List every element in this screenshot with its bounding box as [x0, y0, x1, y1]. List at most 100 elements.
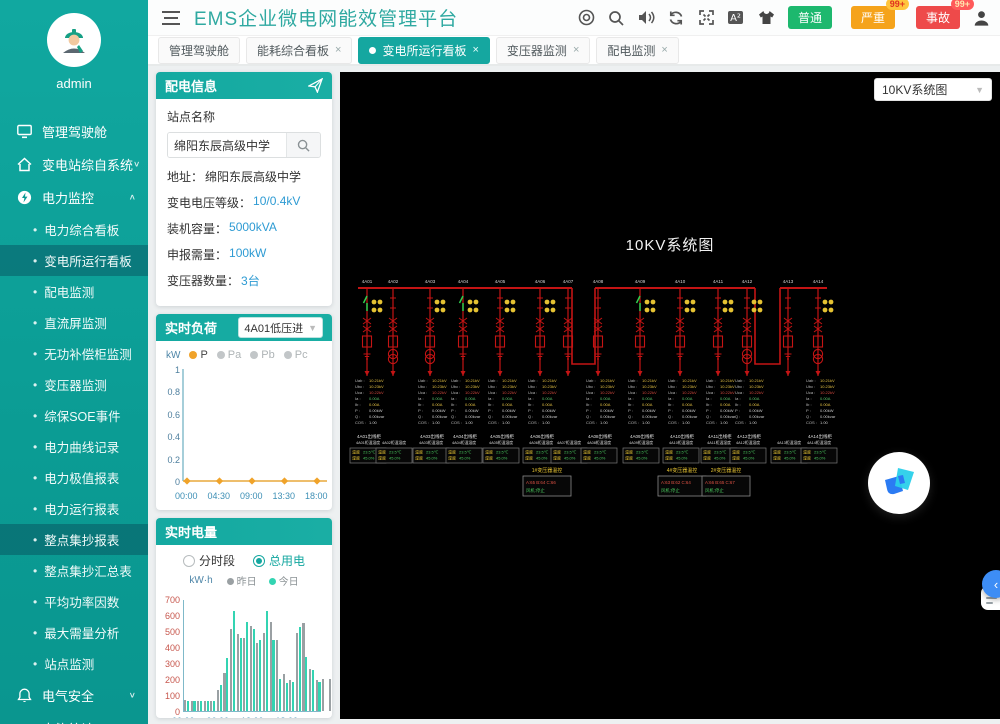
bar[interactable]: [213, 701, 215, 711]
bar[interactable]: [226, 658, 228, 711]
bar[interactable]: [318, 682, 320, 711]
tab-配电监测[interactable]: 配电监测×: [596, 37, 678, 64]
legend-今日[interactable]: 今日: [269, 573, 299, 588]
bar[interactable]: [250, 626, 252, 711]
sidebar-item-变电站综自系统[interactable]: 变电站综自系统∨: [0, 148, 148, 181]
sidebar-item-电力运行报表[interactable]: •电力运行报表: [0, 493, 148, 524]
font-size-icon[interactable]: A²: [728, 9, 745, 26]
single-line-diagram[interactable]: 4A014A024A034A044A054A064A074A084A094A10…: [340, 72, 1000, 719]
bar[interactable]: [272, 640, 274, 711]
sidebar-item-电力曲线记录[interactable]: •电力曲线记录: [0, 431, 148, 462]
alarm-badge-normal[interactable]: 普通: [788, 6, 832, 29]
bar[interactable]: [184, 700, 186, 711]
sidebar-item-直流屏监测[interactable]: •直流屏监测: [0, 307, 148, 338]
user-icon[interactable]: [973, 9, 990, 26]
bar[interactable]: [230, 629, 232, 711]
legend-P[interactable]: P: [189, 349, 207, 361]
bar[interactable]: [296, 633, 298, 711]
bar[interactable]: [233, 611, 235, 711]
legend-Pa[interactable]: Pa: [217, 349, 241, 361]
bar[interactable]: [289, 680, 291, 711]
bar[interactable]: [243, 638, 245, 711]
alarm-badge-severe[interactable]: 严重99+: [851, 6, 895, 29]
fullscreen-icon[interactable]: [698, 9, 715, 26]
bar[interactable]: [240, 638, 242, 711]
menu-toggle-icon[interactable]: [162, 11, 180, 25]
tab-变压器监测[interactable]: 变压器监测×: [496, 37, 590, 64]
radio-分时段[interactable]: 分时段: [183, 552, 235, 569]
tab-能耗综合看板[interactable]: 能耗综合看板×: [246, 37, 352, 64]
legend-昨日[interactable]: 昨日: [227, 573, 257, 588]
bar[interactable]: [263, 633, 265, 711]
bar[interactable]: [220, 685, 222, 711]
bar[interactable]: [204, 701, 206, 711]
sidebar-item-电力综合看板[interactable]: •电力综合看板: [0, 214, 148, 245]
sidebar-item-变电所运行看板[interactable]: •变电所运行看板: [0, 245, 148, 276]
feeder-select[interactable]: 4A01低压进▼: [238, 317, 323, 338]
sidebar-item-电力监控[interactable]: 电力监控∧: [0, 181, 148, 214]
bar[interactable]: [309, 669, 311, 711]
theme-icon[interactable]: [758, 9, 775, 26]
bar[interactable]: [286, 683, 288, 711]
sidebar-item-管理驾驶舱[interactable]: 管理驾驶舱: [0, 115, 148, 148]
sidebar-item-最大需量分析[interactable]: •最大需量分析: [0, 617, 148, 648]
bar[interactable]: [329, 679, 331, 711]
tab-管理驾驶舱[interactable]: 管理驾驶舱: [158, 37, 240, 64]
sidebar-item-平均功率因数[interactable]: •平均功率因数: [0, 586, 148, 617]
close-icon[interactable]: ×: [335, 44, 341, 56]
bar[interactable]: [210, 701, 212, 711]
bar[interactable]: [200, 701, 202, 711]
bar[interactable]: [270, 622, 272, 711]
bar[interactable]: [187, 701, 189, 711]
alarm-badge-accident[interactable]: 事故99+: [916, 6, 960, 29]
bar[interactable]: [322, 679, 324, 711]
bar[interactable]: [283, 674, 285, 711]
bar[interactable]: [237, 634, 239, 711]
sidebar-item-整点集抄汇总表[interactable]: •整点集抄汇总表: [0, 555, 148, 586]
search-icon[interactable]: [608, 9, 625, 26]
radio-总用电[interactable]: 总用电: [253, 552, 305, 569]
bar[interactable]: [305, 657, 307, 711]
tab-变电所运行看板[interactable]: 变电所运行看板×: [358, 37, 489, 64]
bar[interactable]: [276, 640, 278, 711]
avatar[interactable]: [47, 13, 101, 67]
bar[interactable]: [299, 627, 301, 711]
legend-Pc[interactable]: Pc: [284, 349, 308, 361]
close-icon[interactable]: ×: [573, 44, 579, 56]
bar[interactable]: [197, 701, 199, 711]
bar[interactable]: [253, 629, 255, 711]
sidebar-item-配电监测[interactable]: •配电监测: [0, 276, 148, 307]
close-icon[interactable]: ×: [661, 44, 667, 56]
bar[interactable]: [246, 622, 248, 711]
bar[interactable]: [217, 690, 219, 711]
bar[interactable]: [193, 701, 195, 711]
speaker-icon[interactable]: [638, 9, 655, 26]
sidebar-item-电力极值报表[interactable]: •电力极值报表: [0, 462, 148, 493]
bar[interactable]: [259, 640, 261, 711]
bar[interactable]: [312, 670, 314, 711]
bar[interactable]: [279, 679, 281, 711]
bar[interactable]: [266, 611, 268, 711]
site-search-button[interactable]: [286, 133, 320, 157]
bar[interactable]: [302, 623, 304, 711]
site-search-input[interactable]: [168, 133, 286, 157]
close-icon[interactable]: ×: [472, 44, 478, 56]
target-icon[interactable]: [578, 9, 595, 26]
sidebar-item-无功补偿柜监测[interactable]: •无功补偿柜监测: [0, 338, 148, 369]
meas-value: 0.00A: [749, 402, 760, 407]
bar[interactable]: [316, 680, 318, 711]
bar[interactable]: [292, 682, 294, 711]
send-icon[interactable]: [308, 78, 323, 93]
refresh-icon[interactable]: [668, 9, 685, 26]
bar[interactable]: [223, 673, 225, 711]
sidebar-item-电气安全[interactable]: 电气安全∨: [0, 679, 148, 712]
legend-Pb[interactable]: Pb: [250, 349, 274, 361]
bar[interactable]: [207, 701, 209, 711]
sidebar-item-电能统计[interactable]: 电能统计∨: [0, 712, 148, 724]
sidebar-item-站点监测[interactable]: •站点监测: [0, 648, 148, 679]
sidebar-item-变压器监测[interactable]: •变压器监测: [0, 369, 148, 400]
sidebar-item-综保SOE事件[interactable]: •综保SOE事件: [0, 400, 148, 431]
sidebar-item-整点集抄报表[interactable]: •整点集抄报表: [0, 524, 148, 555]
bar[interactable]: [256, 643, 258, 711]
bar[interactable]: [191, 701, 193, 711]
